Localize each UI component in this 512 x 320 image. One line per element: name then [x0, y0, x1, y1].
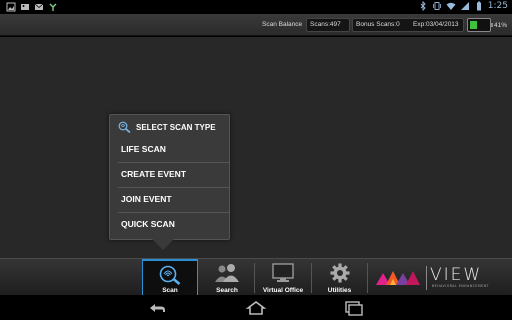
expiry-date: Exp:03/04/2013 [413, 21, 459, 28]
popup-title: SELECT SCAN TYPE [136, 122, 216, 132]
scans-count-text: Scans:497 [310, 21, 341, 28]
photo-icon [6, 2, 16, 12]
app-header: Scan Balance Scans:497 Bonus Scans:0 Exp… [0, 14, 512, 36]
battery-icon [476, 1, 481, 11]
toolbar-search-button[interactable]: Search [200, 259, 254, 296]
fingerprint-search-icon [118, 121, 131, 133]
brand-tagline: BEHAVIORAL ENHANCEMENT [432, 284, 489, 288]
menu-item-create-event[interactable]: CREATE EVENT [110, 162, 229, 187]
battery-nub [491, 23, 493, 27]
back-icon[interactable] [146, 300, 168, 316]
logo-divider [426, 266, 427, 290]
bonus-scans-box: Bonus Scans:0 Exp:03/04/2013 [352, 18, 464, 32]
scan-balance-label: Scan Balance [262, 21, 303, 28]
system-nav-bar [0, 295, 512, 320]
select-scan-type-popup: SELECT SCAN TYPE LIFE SCAN CREATE EVENT … [109, 114, 230, 240]
brand-wordmark: VIEW [430, 265, 483, 285]
view-logo: VIEW BEHAVIORAL ENHANCEMENT [374, 264, 508, 292]
people-icon [215, 264, 239, 282]
fingerprint-icon [159, 265, 181, 285]
wifi-icon [446, 2, 456, 10]
toolbar-scan-button[interactable]: Scan [142, 259, 198, 296]
bottom-toolbar: Scan Search Virtual Office Utilities VIE… [0, 258, 512, 296]
scans-count: Scans:497 [306, 18, 350, 32]
popup-pointer [152, 239, 174, 250]
toolbar-utilities-button[interactable]: Utilities [312, 259, 367, 296]
mail-icon [34, 3, 44, 10]
menu-item-join-event[interactable]: JOIN EVENT [110, 187, 229, 212]
signal-icon [460, 2, 469, 10]
home-icon[interactable] [245, 300, 267, 316]
toolbar-utilities-label: Utilities [327, 287, 352, 294]
system-status-bar: 1:25 [0, 0, 512, 14]
gear-icon [330, 263, 349, 283]
toolbar-search-label: Search [216, 287, 238, 294]
battery-fill [470, 21, 477, 29]
image-icon [21, 4, 29, 10]
popup-header: SELECT SCAN TYPE [110, 115, 229, 139]
main-content [0, 37, 512, 258]
menu-item-quick-scan[interactable]: QUICK SCAN [110, 212, 229, 237]
menu-item-life-scan[interactable]: LIFE SCAN [110, 137, 229, 162]
battery-indicator [467, 18, 493, 32]
clock: 1:25 [487, 1, 508, 11]
vibrate-icon [432, 2, 441, 10]
bluetooth-icon [420, 1, 426, 11]
toolbar-virtual-office-button[interactable]: Virtual Office [255, 259, 311, 296]
view-logo-mark [376, 271, 420, 285]
toolbar-virtual-office-label: Virtual Office [262, 287, 304, 294]
battery-percent: 41% [494, 22, 508, 29]
bonus-scans-text: Bonus Scans:0 [356, 21, 400, 28]
app-icon [49, 3, 57, 11]
toolbar-divider [367, 263, 368, 293]
toolbar-scan-label: Scan [162, 287, 178, 294]
monitor-icon [272, 263, 294, 282]
recents-icon[interactable] [342, 300, 364, 316]
